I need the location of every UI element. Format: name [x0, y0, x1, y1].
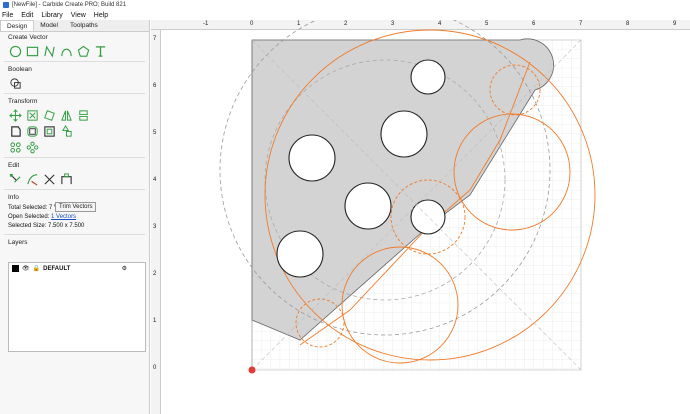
node-edit-icon[interactable]	[8, 172, 22, 186]
left-panel: Design Model Toolpaths Create Vector Boo…	[0, 20, 150, 414]
flip-icon[interactable]	[76, 108, 90, 122]
rectangle-tool-icon[interactable]	[25, 44, 39, 58]
create-vector-tools	[0, 43, 149, 59]
design-drawing[interactable]	[151, 20, 690, 414]
polyline-tool-icon[interactable]	[42, 44, 56, 58]
menu-bar: File Edit Library View Help	[0, 10, 690, 20]
section-layers: Layers	[8, 239, 28, 246]
lock-icon[interactable]: 🔒	[33, 265, 40, 272]
section-boolean: Boolean	[8, 66, 32, 73]
tab-design[interactable]: Design	[0, 20, 35, 31]
layers-list: 👁 🔒 DEFAULT ⚙	[8, 262, 146, 352]
transform-tools-row2	[0, 123, 149, 139]
selected-size-value: 7.500 x 7.500	[48, 223, 85, 229]
menu-help[interactable]: Help	[94, 12, 108, 19]
divider	[4, 189, 145, 190]
circle-tool-icon[interactable]	[8, 44, 22, 58]
array-icon[interactable]	[59, 124, 73, 138]
window-title: [NewFile] - Carbide Create PRO; Build 82…	[12, 2, 127, 8]
tab-model[interactable]: Model	[34, 20, 64, 31]
selected-size-label: Selected Size:	[8, 223, 47, 229]
layer-color-swatch[interactable]	[12, 265, 19, 272]
menu-view[interactable]: View	[71, 12, 86, 19]
design-canvas[interactable]: -1 0 1 2 3 4 5 6 7 8 9 7 6 5 4 3 2 1 0	[151, 20, 690, 414]
menu-file[interactable]: File	[2, 12, 13, 19]
trim-vectors-tooltip: Trim Vectors	[55, 202, 97, 212]
fillet-icon[interactable]	[25, 124, 39, 138]
title-bar: [NewFile] - Carbide Create PRO; Build 82…	[0, 0, 690, 10]
curve-tool-icon[interactable]	[59, 44, 73, 58]
divider	[4, 93, 145, 94]
origin-marker	[248, 366, 256, 374]
polygon-tool-icon[interactable]	[76, 44, 90, 58]
move-icon[interactable]	[8, 108, 22, 122]
offset-icon[interactable]	[8, 124, 22, 138]
app-icon	[3, 2, 9, 8]
layer-row[interactable]: 👁 🔒 DEFAULT ⚙	[9, 263, 145, 274]
curve-edit-icon[interactable]	[25, 172, 39, 186]
rotate-icon[interactable]	[42, 108, 56, 122]
open-selected-label: Open Selected:	[8, 214, 50, 220]
divider	[4, 157, 145, 158]
align-icon[interactable]	[42, 124, 56, 138]
mirror-icon[interactable]	[59, 108, 73, 122]
mode-tabs: Design Model Toolpaths	[0, 20, 149, 32]
menu-edit[interactable]: Edit	[21, 12, 33, 19]
circular-array-icon[interactable]	[25, 140, 39, 154]
total-selected-label: Total Selected:	[8, 205, 48, 211]
section-edit: Edit	[8, 162, 20, 169]
scale-icon[interactable]	[25, 108, 39, 122]
gear-icon[interactable]: ⚙	[122, 265, 127, 272]
divider	[4, 61, 145, 62]
divider	[4, 234, 145, 235]
text-tool-icon[interactable]	[93, 44, 107, 58]
join-vectors-icon[interactable]	[59, 172, 73, 186]
boolean-union-icon[interactable]	[8, 76, 22, 90]
menu-library[interactable]: Library	[41, 12, 62, 19]
boolean-tools	[0, 75, 149, 91]
open-selected-link[interactable]: 1 Vectors	[51, 214, 76, 220]
tab-toolpaths[interactable]: Toolpaths	[64, 20, 104, 31]
eye-icon[interactable]: 👁	[22, 265, 30, 272]
trim-vectors-icon[interactable]	[42, 172, 56, 186]
transform-tools-row1	[0, 107, 149, 123]
section-create-vector: Create Vector	[8, 34, 48, 41]
grid-array-icon[interactable]	[8, 140, 22, 154]
transform-tools-row3	[0, 139, 149, 155]
section-transform: Transform	[8, 98, 38, 105]
edit-tools	[0, 171, 149, 187]
layer-name: DEFAULT	[43, 265, 71, 272]
